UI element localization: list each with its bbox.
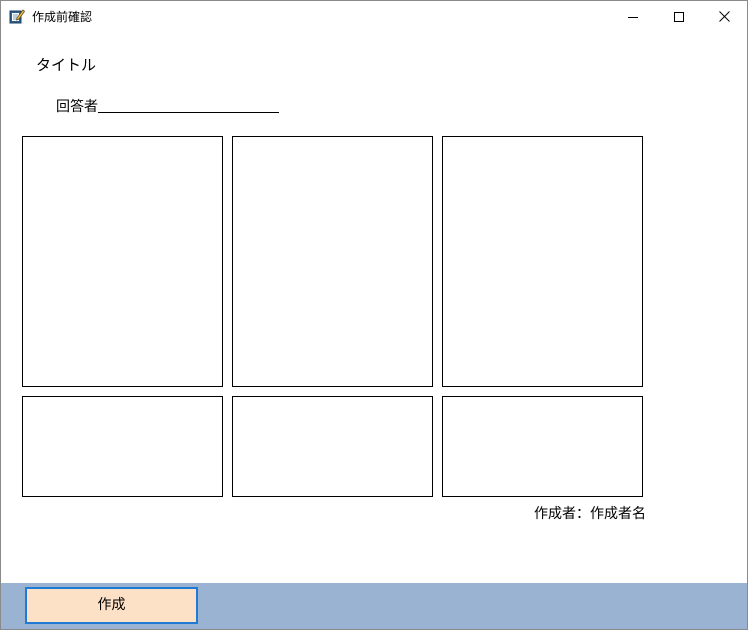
maximize-button[interactable] — [656, 1, 702, 32]
minimize-icon — [628, 12, 638, 22]
minimize-button[interactable] — [610, 1, 656, 32]
content-panel-bottom-2 — [232, 396, 433, 497]
document-title: タイトル — [36, 56, 97, 74]
footer-bar: 作成 — [1, 583, 747, 629]
respondent-label: 回答者 — [56, 99, 98, 115]
content-panel-bottom-3 — [442, 396, 643, 497]
window-title: 作成前確認 — [32, 10, 93, 24]
title-bar[interactable]: 作成前確認 — [1, 1, 747, 32]
content-panel-top-2 — [232, 136, 433, 387]
respondent-underline — [98, 112, 279, 113]
maximize-icon — [674, 11, 684, 22]
close-button[interactable] — [701, 1, 747, 32]
respondent-field: 回答者 — [56, 96, 279, 116]
content-panel-bottom-1 — [22, 396, 223, 497]
close-icon — [718, 11, 730, 22]
edit-document-icon — [9, 8, 26, 24]
create-button[interactable]: 作成 — [25, 587, 198, 624]
author-label: 作成者：作成者名 — [534, 506, 646, 522]
confirmation-window: 作成前確認 タイトル 回答者 作成者：作成者名 作成 — [0, 0, 748, 630]
content-panel-top-1 — [22, 136, 223, 387]
content-panel-top-3 — [442, 136, 643, 387]
